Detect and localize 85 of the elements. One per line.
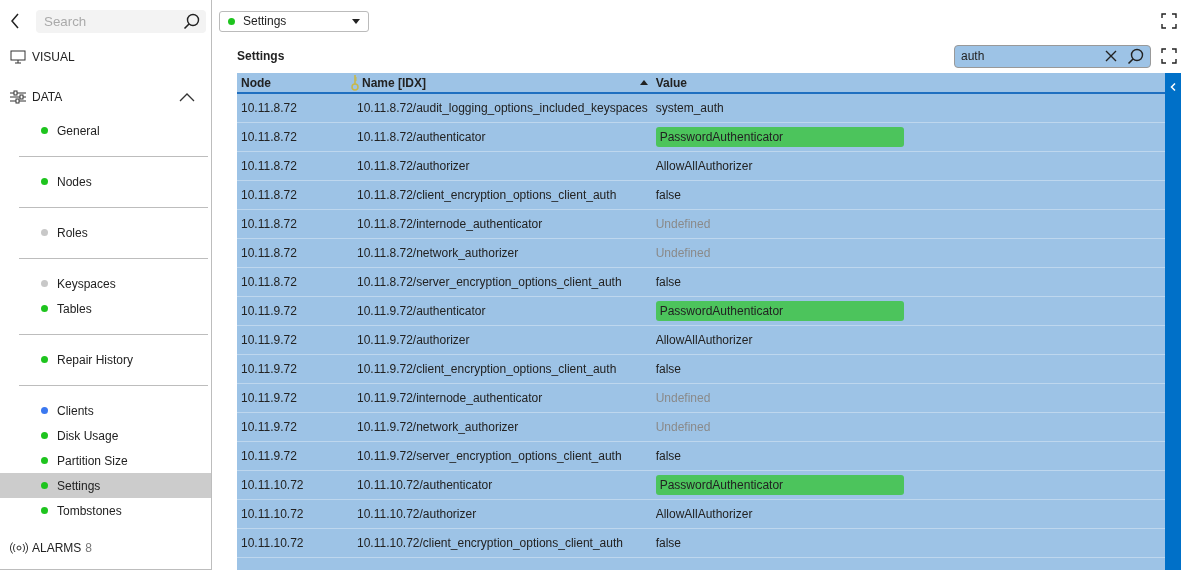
section-header[interactable]: VISUAL	[0, 42, 211, 72]
nav-item[interactable]: Tombstones	[0, 498, 211, 523]
table-cell: 10.11.9.72/authorizer	[347, 325, 652, 355]
column-header[interactable]: Value	[651, 73, 1165, 93]
table-cell: false	[655, 449, 682, 463]
table-cell: 10.11.8.72/authenticator	[347, 122, 652, 152]
table-cell: 10.11.8.72	[237, 267, 347, 297]
table-cell: 10.11.9.72	[237, 296, 347, 326]
fullscreen-icon[interactable]	[1161, 13, 1177, 29]
table-cell: 10.11.9.72	[237, 383, 347, 413]
dashboard-dropdown[interactable]: Settings	[219, 10, 369, 32]
table-cell: 10.11.8.72/internode_authenticator	[347, 209, 652, 239]
table-cell: 10.11.8.72	[237, 209, 347, 239]
value-badge: PasswordAuthenticator	[655, 301, 904, 321]
table-cell: 10.11.9.72/network_authorizer	[347, 412, 652, 442]
column-header[interactable]: Node	[237, 73, 347, 93]
table-cell: 10.11.8.72/authorizer	[347, 151, 652, 181]
search-box[interactable]: Search	[36, 9, 206, 33]
table-cell: Undefined	[655, 246, 711, 260]
nav-item[interactable]: Keyspaces	[0, 271, 211, 296]
sliders-icon	[10, 90, 26, 104]
sort-up-icon	[639, 80, 648, 85]
table-cell: system_auth	[655, 101, 724, 115]
table-cell: Undefined	[655, 217, 711, 231]
table-cell: 10.11.8.72	[237, 151, 347, 181]
table-cell: 10.11.10.72/authorizer	[347, 499, 652, 529]
nav-item[interactable]: Disk Usage	[0, 423, 211, 448]
search-field[interactable]: Search	[42, 12, 166, 30]
chevron-left-icon	[1170, 83, 1176, 91]
table-cell: 10.11.8.72/client_encryption_options_client_auth	[347, 180, 652, 210]
key-icon	[351, 74, 359, 91]
table-cell: 10.11.9.72/server_encryption_options_client_auth	[347, 441, 652, 471]
back-icon[interactable]	[10, 13, 20, 29]
value-badge: PasswordAuthenticator	[655, 127, 904, 147]
nav-item[interactable]: Settings	[0, 473, 211, 498]
table-cell: Undefined	[655, 420, 711, 434]
column-header[interactable]: Name [IDX]	[347, 73, 652, 93]
table-cell: 10.11.8.72/network_authorizer	[347, 238, 652, 268]
table-cell: 10.11.10.72	[237, 528, 347, 558]
nav-item[interactable]: Repair History	[0, 347, 211, 372]
table-cell: 10.11.8.72	[237, 122, 347, 152]
table-cell: AllowAllAuthorizer	[655, 333, 753, 347]
table-cell: 10.11.8.72	[237, 93, 347, 123]
table-cell: 10.11.9.72/client_encryption_options_client_auth	[347, 354, 652, 384]
table-cell: 10.11.9.72	[237, 325, 347, 355]
nav-item[interactable]: Partition Size	[0, 448, 211, 473]
search-icon[interactable]	[1127, 47, 1144, 65]
nav-item[interactable]: Tables	[0, 296, 211, 321]
table-cell: 10.11.8.72	[237, 238, 347, 268]
table-cell: 10.11.8.72/audit_logging_options_included_keyspaces	[347, 93, 652, 123]
value-badge: PasswordAuthenticator	[655, 475, 904, 495]
nav-item[interactable]: Nodes	[0, 169, 211, 194]
table-cell: 10.11.9.72	[237, 441, 347, 471]
table-cell: Undefined	[655, 391, 711, 405]
table-cell: false	[655, 275, 682, 289]
filter-field[interactable]: auth	[959, 48, 1095, 64]
nav-item[interactable]: General	[0, 118, 211, 143]
table-cell: false	[655, 188, 682, 202]
table-cell: AllowAllAuthorizer	[655, 159, 753, 173]
broadcast-icon	[10, 542, 28, 554]
table-cell: 10.11.8.72	[237, 180, 347, 210]
clear-icon[interactable]	[1105, 50, 1117, 62]
section-header[interactable]: DATA	[0, 82, 211, 112]
search-icon[interactable]	[183, 12, 200, 30]
table-cell: 10.11.8.72/server_encryption_options_client_auth	[347, 267, 652, 297]
table-cell: 10.11.9.72	[237, 354, 347, 384]
table-cell: false	[655, 362, 682, 376]
caret-icon	[352, 18, 360, 24]
panel-title: Settings	[237, 49, 285, 63]
nav-item[interactable]: Clients	[0, 398, 211, 423]
table-cell: AllowAllAuthorizer	[655, 507, 753, 521]
alarms-link[interactable]: ALARMS 8	[0, 533, 211, 563]
table-cell: false	[655, 536, 682, 550]
table-cell: 10.11.10.72/client_encryption_options_client_auth	[347, 528, 652, 558]
table-cell: 10.11.10.72	[237, 470, 347, 500]
nav-item[interactable]: Roles	[0, 220, 211, 245]
table-cell: 10.11.9.72	[237, 412, 347, 442]
chevron-up-icon[interactable]	[179, 92, 195, 102]
table-cell: 10.11.9.72/authenticator	[347, 296, 652, 326]
table-cell: 10.11.9.72/internode_authenticator	[347, 383, 652, 413]
filter-box[interactable]: auth	[954, 44, 1151, 68]
monitor-icon	[10, 50, 26, 64]
fullscreen-icon[interactable]	[1161, 48, 1177, 64]
table-cell: 10.11.10.72/authenticator	[347, 470, 652, 500]
table-cell: 10.11.10.72	[237, 499, 347, 529]
